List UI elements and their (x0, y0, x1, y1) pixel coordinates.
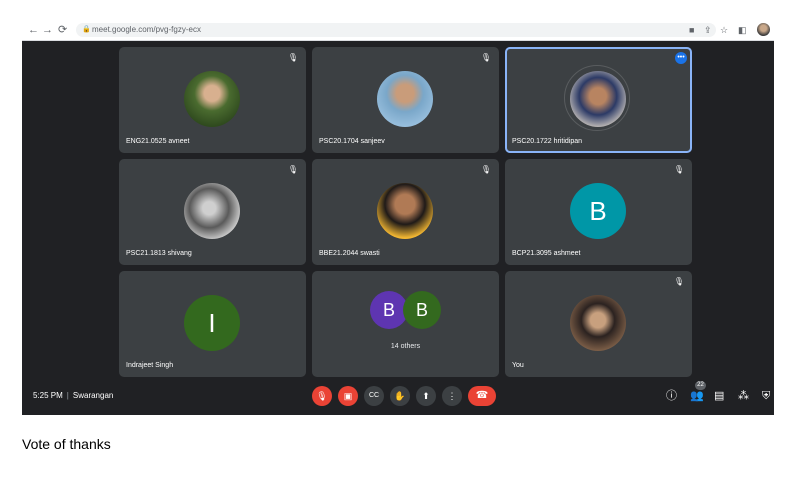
info-icon[interactable]: ⓘ (666, 389, 677, 403)
participant-name: PSC21.1813 shivang (126, 250, 192, 257)
avatar-initial: I (184, 295, 240, 351)
camera-icon[interactable]: ■ (689, 23, 694, 37)
browser-toolbar: ← → ⟳ 🔒 meet.google.com/pvg-fgzy-ecx ■ ⇪… (22, 20, 774, 41)
camera-toggle-button[interactable]: ▣ (338, 386, 358, 406)
avatar-initial: B (403, 291, 441, 329)
meeting-info: 5:25 PM | Swarangan (33, 391, 113, 400)
others-tile[interactable]: B B 14 others (312, 271, 499, 377)
meet-screenshot: ← → ⟳ 🔒 meet.google.com/pvg-fgzy-ecx ■ ⇪… (22, 20, 774, 415)
people-count-badge: 22 (695, 381, 706, 390)
participant-name: ENG21.0525 avneet (126, 138, 190, 145)
participant-tile[interactable]: 🎙 ENG21.0525 avneet (119, 47, 306, 153)
mic-off-icon: 🎙 (287, 53, 298, 62)
present-button[interactable]: ⬆ (416, 386, 436, 406)
profile-avatar[interactable] (757, 23, 770, 36)
leave-call-button[interactable]: ☎ (468, 386, 496, 406)
participant-name: BBE21.2044 swasti (319, 250, 380, 257)
avatar-initial: B (570, 183, 626, 239)
host-controls-icon[interactable]: ⛨ (762, 389, 770, 403)
url-text: meet.google.com/pvg-fgzy-ecx (92, 25, 201, 34)
participant-name: You (512, 362, 524, 369)
participant-name: PSC20.1722 hritidipan (512, 138, 583, 145)
mic-off-icon: 🎙 (673, 165, 684, 174)
back-icon[interactable]: ← (28, 23, 39, 37)
participant-tile[interactable]: 🎙 B BCP21.3095 ashmeet (505, 159, 692, 265)
mic-off-icon: 🎙 (480, 53, 491, 62)
avatar (570, 295, 626, 351)
participant-tile[interactable]: 🎙 PSC21.1813 shivang (119, 159, 306, 265)
avatar (377, 183, 433, 239)
self-tile[interactable]: 🎙 You (505, 271, 692, 377)
lock-icon: 🔒 (82, 26, 91, 33)
address-bar[interactable]: 🔒 meet.google.com/pvg-fgzy-ecx (76, 23, 716, 37)
current-time: 5:25 PM (33, 391, 63, 400)
mic-off-icon: 🎙 (480, 165, 491, 174)
meeting-name: Swarangan (72, 391, 114, 400)
caption-text: Vote of thanks (22, 436, 111, 452)
avatar (377, 71, 433, 127)
separator: | (66, 391, 69, 400)
participant-tile[interactable]: 🎙 PSC20.1704 sanjeev (312, 47, 499, 153)
mic-toggle-button[interactable]: 🎙 (312, 386, 332, 406)
participant-tile[interactable]: I Indrajeet Singh (119, 271, 306, 377)
sidebar-icon[interactable]: ◧ (738, 23, 747, 37)
participant-name: BCP21.3095 ashmeet (512, 250, 581, 257)
reload-icon[interactable]: ⟳ (58, 23, 67, 37)
meeting-controls-bar: 5:25 PM | Swarangan 🎙 ▣ CC ✋ ⬆ ⋮ ☎ ⓘ 👥 22 … (22, 378, 774, 415)
participant-tile[interactable]: 🎙 BBE21.2044 swasti (312, 159, 499, 265)
activities-icon[interactable]: ⁂ (738, 389, 749, 403)
participant-tile-active[interactable]: ••• PSC20.1722 hritidipan (505, 47, 692, 153)
share-icon[interactable]: ⇪ (704, 23, 712, 37)
participant-name: PSC20.1704 sanjeev (319, 138, 385, 145)
avatar (184, 183, 240, 239)
chat-icon[interactable]: ▤ (714, 389, 724, 403)
others-count: 14 others (390, 343, 421, 350)
forward-icon[interactable]: → (42, 23, 53, 37)
more-options-icon[interactable]: ••• (675, 52, 687, 64)
more-options-button[interactable]: ⋮ (442, 386, 462, 406)
mic-off-icon: 🎙 (673, 277, 684, 286)
raise-hand-button[interactable]: ✋ (390, 386, 410, 406)
people-icon[interactable]: 👥 (690, 389, 704, 403)
mic-off-icon: 🎙 (287, 165, 298, 174)
avatar (570, 71, 626, 127)
participant-name: Indrajeet Singh (126, 362, 174, 369)
captions-button[interactable]: CC (364, 386, 384, 406)
avatar (184, 71, 240, 127)
star-icon[interactable]: ☆ (720, 23, 728, 37)
